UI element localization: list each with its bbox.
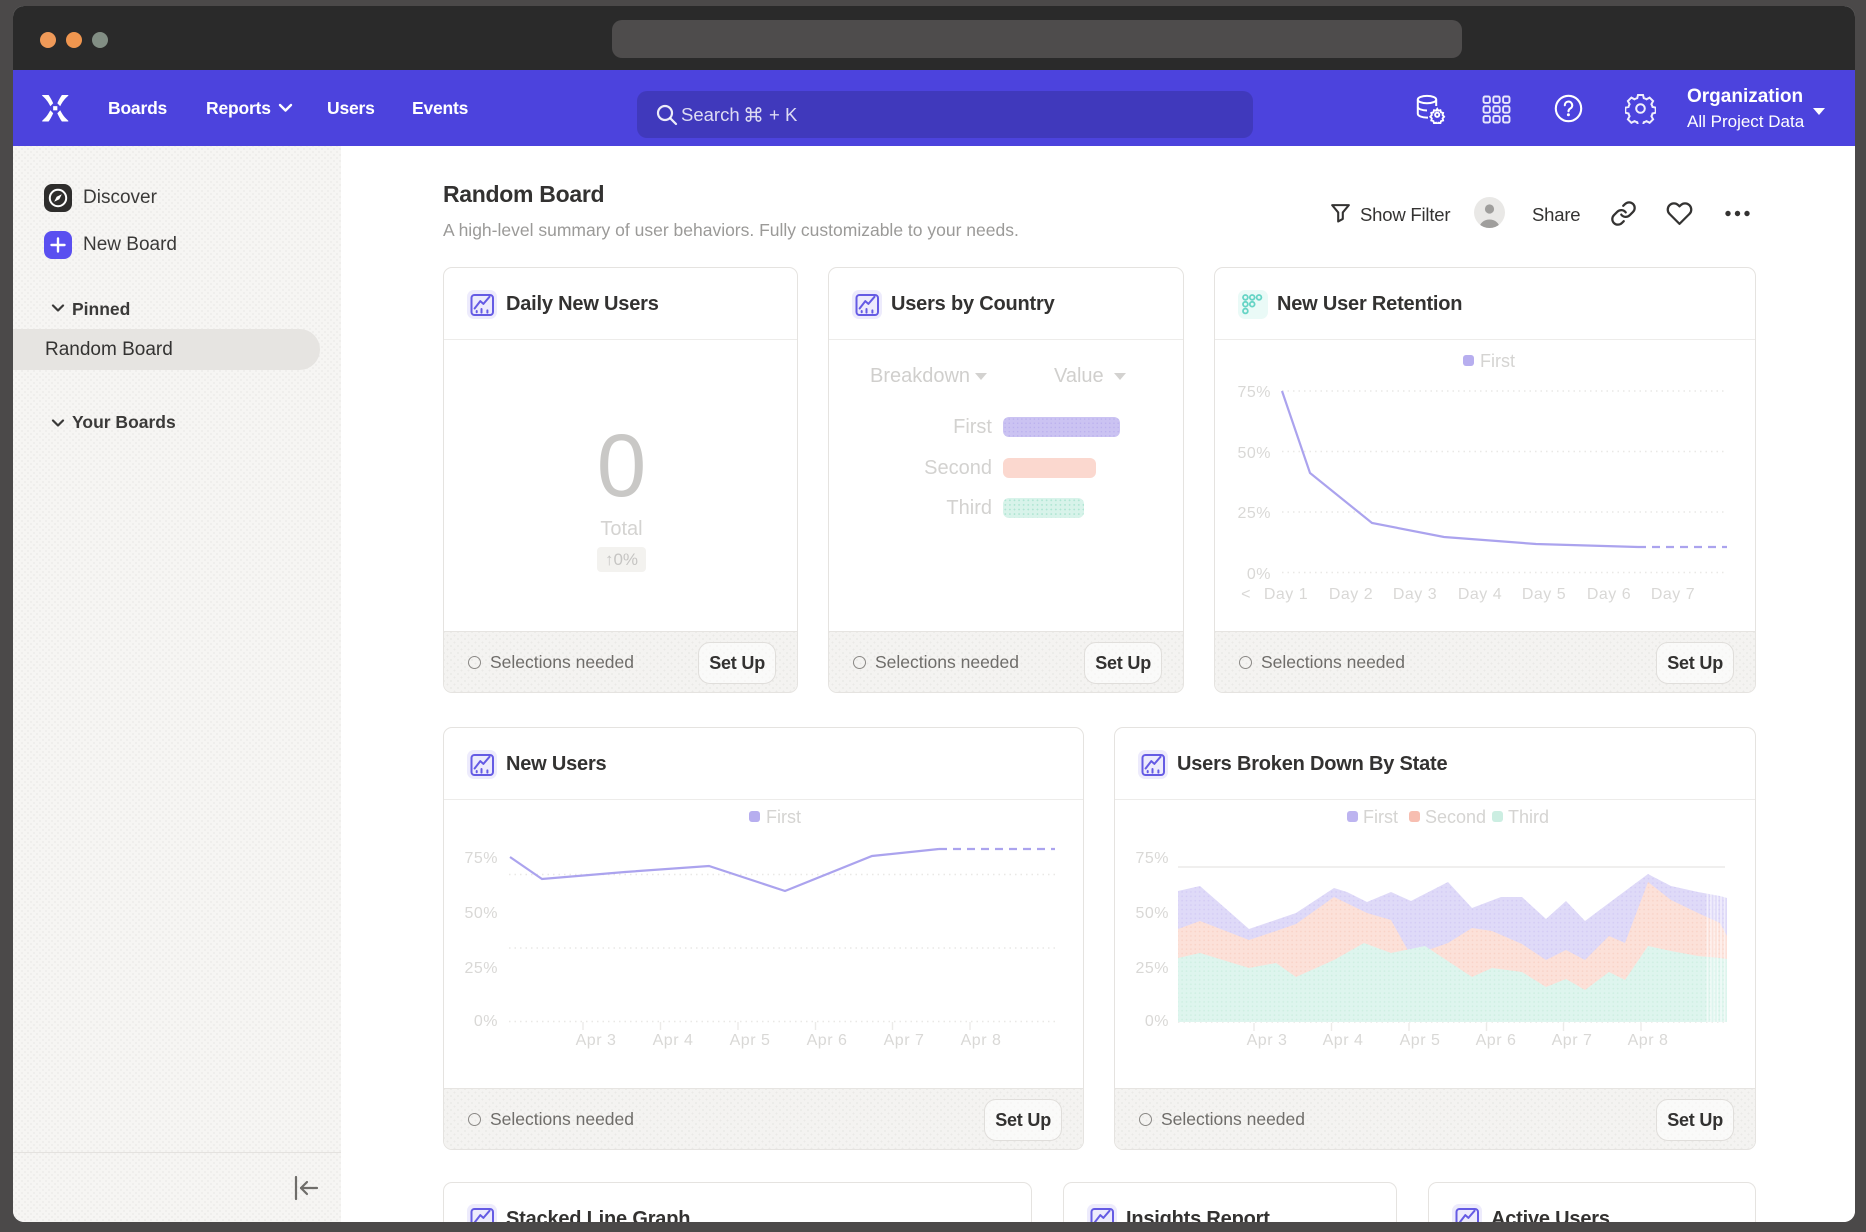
svg-text:25%: 25% xyxy=(464,960,498,977)
svg-text:0%: 0% xyxy=(1145,1013,1169,1030)
svg-text:Apr 6: Apr 6 xyxy=(1476,1032,1517,1049)
svg-text:75%: 75% xyxy=(1237,384,1271,401)
svg-text:Apr 3: Apr 3 xyxy=(576,1032,617,1049)
svg-text:Day 2: Day 2 xyxy=(1329,586,1373,603)
svg-text:Day 6: Day 6 xyxy=(1587,586,1631,603)
svg-text:Second: Second xyxy=(1425,807,1486,827)
svg-text:First: First xyxy=(1363,807,1398,827)
svg-text:Apr 5: Apr 5 xyxy=(730,1032,771,1049)
svg-text:25%: 25% xyxy=(1135,960,1169,977)
svg-text:Day 4: Day 4 xyxy=(1458,586,1502,603)
svg-text:Day 3: Day 3 xyxy=(1393,586,1437,603)
svg-text:Apr 4: Apr 4 xyxy=(1323,1032,1364,1049)
svg-text:75%: 75% xyxy=(1135,850,1169,867)
svg-text:Apr 6: Apr 6 xyxy=(807,1032,848,1049)
svg-text:Apr 7: Apr 7 xyxy=(884,1032,925,1049)
svg-text:Apr 4: Apr 4 xyxy=(653,1032,694,1049)
svg-text:Apr 3: Apr 3 xyxy=(1247,1032,1288,1049)
svg-text:Apr 5: Apr 5 xyxy=(1400,1032,1441,1049)
svg-text:25%: 25% xyxy=(1237,505,1271,522)
svg-text:Day 1: Day 1 xyxy=(1264,586,1308,603)
svg-text:Day 5: Day 5 xyxy=(1522,586,1566,603)
svg-text:Apr 7: Apr 7 xyxy=(1552,1032,1593,1049)
svg-text:50%: 50% xyxy=(1237,445,1271,462)
svg-text:50%: 50% xyxy=(1135,905,1169,922)
svg-text:0%: 0% xyxy=(1247,566,1271,583)
svg-text:0%: 0% xyxy=(474,1013,498,1030)
svg-text:50%: 50% xyxy=(464,905,498,922)
svg-text:Day 7: Day 7 xyxy=(1651,586,1695,603)
svg-text:Third: Third xyxy=(1508,807,1549,827)
svg-text:First: First xyxy=(766,807,801,827)
svg-text:Apr 8: Apr 8 xyxy=(961,1032,1002,1049)
svg-text:First: First xyxy=(1480,351,1515,371)
svg-text:Apr 8: Apr 8 xyxy=(1628,1032,1669,1049)
svg-text:75%: 75% xyxy=(464,850,498,867)
svg-text:<: < xyxy=(1241,586,1251,603)
